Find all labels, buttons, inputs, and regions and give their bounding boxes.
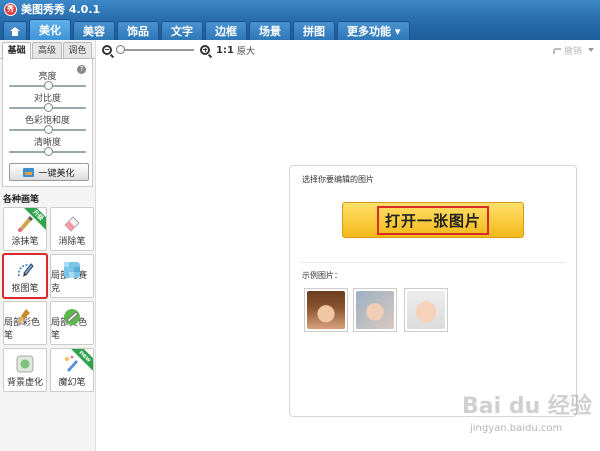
- tool-background-blur[interactable]: 背景虚化: [3, 348, 47, 392]
- zoom-out-minus: [105, 49, 109, 50]
- example-image-1[interactable]: [304, 288, 348, 332]
- tool-local-color-brush[interactable]: 局部彩色笔: [3, 301, 47, 345]
- tab-text[interactable]: 文字: [161, 21, 203, 40]
- tool-local-recolor-brush[interactable]: 局部变色笔: [50, 301, 94, 345]
- subtab-color[interactable]: 调色: [62, 42, 92, 58]
- undo-button[interactable]: 撤销: [552, 44, 582, 57]
- tool-eraser-label: 消除笔: [58, 237, 86, 247]
- app-window: 秀 美图秀秀 4.0.1 美化 美容 饰品 文字 边框 场景 拼图 更多功能 ▾…: [0, 0, 600, 451]
- watermark: Bai du 经验: [462, 394, 592, 419]
- contrast-slider[interactable]: [9, 103, 86, 112]
- saturation-slider[interactable]: [9, 125, 86, 134]
- subtab-advanced[interactable]: 高级: [32, 42, 62, 58]
- tool-eraser[interactable]: 消除笔: [50, 207, 94, 251]
- example-image-3[interactable]: [404, 288, 448, 332]
- tab-collage[interactable]: 拼图: [293, 21, 335, 40]
- tab-more-features[interactable]: 更多功能 ▾: [337, 21, 411, 40]
- sharpness-slider-knob[interactable]: [43, 147, 53, 156]
- adjust-panel: ? 亮度 对比度 色彩饱和度 清晰度 一键美化: [2, 59, 93, 187]
- example-image-2[interactable]: [353, 288, 397, 332]
- color-brush-icon: [18, 309, 30, 324]
- main-tab-bar: 美化 美容 饰品 文字 边框 场景 拼图 更多功能 ▾: [0, 18, 600, 40]
- open-image-panel: 选择你要编辑的图片 打开一张图片 示例图片：: [289, 165, 577, 417]
- brushes-title: 各种画笔: [3, 195, 40, 205]
- tool-local-mosaic[interactable]: 局部马赛克: [50, 254, 94, 298]
- undo-label: 撤销: [563, 47, 582, 57]
- tab-beautify[interactable]: 美化: [29, 19, 71, 40]
- tab-scene[interactable]: 场景: [249, 21, 291, 40]
- contrast-slider-knob[interactable]: [43, 103, 53, 112]
- tab-frame[interactable]: 边框: [205, 21, 247, 40]
- example-image-3-photo: [407, 291, 445, 329]
- example-image-2-photo: [356, 291, 394, 329]
- open-image-button[interactable]: 打开一张图片: [342, 202, 524, 238]
- tool-background-blur-label: 背景虚化: [6, 378, 43, 388]
- tool-magic-pen[interactable]: new 魔幻笔: [50, 348, 94, 392]
- brightness-slider[interactable]: [9, 81, 86, 90]
- undo-dropdown-chevron-icon[interactable]: [588, 48, 594, 52]
- panel-title: 选择你要编辑的图片: [302, 175, 374, 184]
- subtab-basic[interactable]: 基础: [2, 42, 32, 59]
- zoom-in-icon[interactable]: [200, 45, 210, 55]
- zoom-in-plus: [204, 47, 206, 52]
- watermark-url: jingyan.baidu.com: [470, 423, 563, 434]
- tab-beauty[interactable]: 美容: [73, 21, 115, 40]
- help-icon[interactable]: ?: [77, 65, 86, 74]
- background-blur-icon: [16, 355, 34, 373]
- saturation-slider-knob[interactable]: [43, 125, 53, 134]
- beautify-icon: [23, 167, 35, 177]
- app-title: 美图秀秀 4.0.1: [21, 3, 101, 16]
- canvas-toolbar: 1:1 原大 撤销: [96, 40, 600, 60]
- zoom-slider[interactable]: [116, 45, 194, 54]
- contrast-row: 对比度: [3, 91, 92, 113]
- home-icon: [10, 26, 20, 36]
- original-size-button[interactable]: 原大: [237, 44, 255, 57]
- zoom-out-icon[interactable]: [102, 45, 112, 55]
- saturation-row: 色彩饱和度: [3, 113, 92, 135]
- examples-label: 示例图片：: [302, 271, 342, 280]
- mosaic-icon: [64, 262, 80, 278]
- open-image-label: 打开一张图片: [376, 205, 489, 235]
- zoom-slider-knob[interactable]: [116, 45, 125, 54]
- panel-divider: [300, 262, 566, 263]
- tool-cutout-pen-label: 抠图笔: [11, 284, 39, 294]
- eraser-icon: [64, 216, 80, 232]
- tool-magic-pen-label: 魔幻笔: [58, 378, 86, 388]
- one-click-beautify-button[interactable]: 一键美化: [9, 163, 89, 181]
- actual-size-ratio[interactable]: 1:1: [216, 45, 234, 56]
- tab-home[interactable]: [3, 21, 27, 40]
- recolor-brush-icon: [64, 309, 80, 325]
- sharpness-slider[interactable]: [9, 147, 86, 156]
- tool-smudge-brush[interactable]: 升级 涂抹笔: [3, 207, 47, 251]
- brightness-slider-knob[interactable]: [43, 81, 53, 90]
- app-logo-icon: 秀: [4, 2, 17, 16]
- tool-smudge-brush-label: 涂抹笔: [11, 237, 39, 247]
- tab-accessories[interactable]: 饰品: [117, 21, 159, 40]
- brush-grid: 升级 涂抹笔 消除笔 抠图笔 局部马赛克 局部彩色笔 局部变色笔: [0, 207, 95, 392]
- one-click-beautify-label: 一键美化: [38, 168, 75, 179]
- sharpness-row: 清晰度: [3, 135, 92, 157]
- cutout-pen-icon: [17, 263, 34, 277]
- tool-cutout-pen[interactable]: 抠图笔: [2, 253, 48, 299]
- sidebar: 基础 高级 调色 ? 亮度 对比度 色彩饱和度 清晰度 一键美化 各种画笔 升级…: [0, 40, 96, 451]
- sidebar-subtabs: 基础 高级 调色: [0, 40, 95, 59]
- example-image-1-photo: [307, 291, 345, 329]
- title-bar: 秀 美图秀秀 4.0.1: [0, 0, 600, 18]
- undo-icon: [552, 47, 561, 54]
